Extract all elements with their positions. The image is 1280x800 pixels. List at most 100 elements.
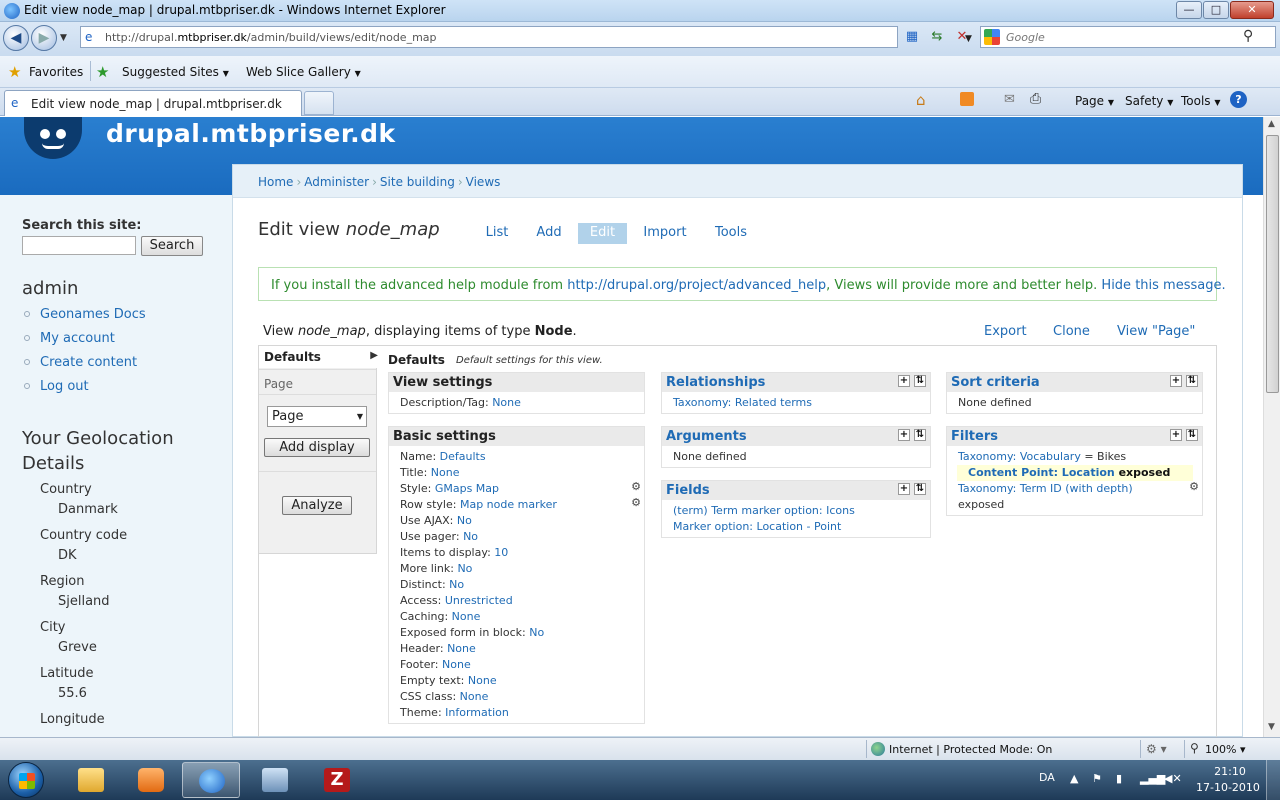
- filter-gear-icon[interactable]: ⚙: [1189, 480, 1199, 493]
- show-hidden-icons-icon[interactable]: ▲: [1070, 772, 1078, 785]
- language-indicator[interactable]: DA: [1039, 771, 1055, 784]
- setting-name-value[interactable]: Defaults: [440, 450, 486, 463]
- recent-pages-dropdown-icon[interactable]: ▼: [60, 33, 67, 43]
- volume-muted-icon[interactable]: ◀✕: [1164, 772, 1182, 785]
- mail-icon[interactable]: ✉: [1004, 92, 1015, 107]
- zoom-level[interactable]: 100% ▾: [1205, 743, 1245, 756]
- setting-caching-value[interactable]: None: [452, 610, 481, 623]
- site-search-input[interactable]: [22, 236, 136, 255]
- setting-style-value[interactable]: GMaps Map: [435, 482, 499, 495]
- rearrange-arguments-icon[interactable]: ⇅: [914, 429, 926, 441]
- view-page-link[interactable]: View "Page": [1117, 324, 1195, 339]
- start-button[interactable]: [8, 762, 44, 798]
- marker-location-field-link[interactable]: Marker option: Location - Point: [673, 520, 841, 533]
- breadcrumb-site-building[interactable]: Site building: [380, 175, 455, 189]
- settings-icon[interactable]: ⚙ ▾: [1146, 742, 1167, 756]
- rearrange-sort-icon[interactable]: ⇅: [1186, 375, 1198, 387]
- taskbar-filezilla[interactable]: Z: [308, 762, 366, 798]
- setting-footer-value[interactable]: None: [442, 658, 471, 671]
- add-relationship-icon[interactable]: +: [898, 375, 910, 387]
- setting-exposed-form-value[interactable]: No: [529, 626, 544, 639]
- add-sort-icon[interactable]: +: [1170, 375, 1182, 387]
- filter-vocabulary-link[interactable]: Taxonomy: Vocabulary: [958, 450, 1081, 463]
- fields-title[interactable]: Fields + ⇅: [662, 481, 930, 500]
- setting-theme-value[interactable]: Information: [445, 706, 509, 719]
- setting-more-link-value[interactable]: No: [457, 562, 472, 575]
- filter-term-id-link[interactable]: Taxonomy: Term ID (with depth): [958, 482, 1133, 495]
- row-style-gear-icon[interactable]: ⚙: [631, 496, 641, 509]
- add-display-button[interactable]: Add display: [264, 438, 370, 457]
- export-link[interactable]: Export: [984, 324, 1027, 339]
- setting-access-value[interactable]: Unrestricted: [445, 594, 513, 607]
- display-tab-defaults[interactable]: Defaults ▶: [259, 346, 378, 368]
- home-icon[interactable]: ⌂: [916, 91, 926, 109]
- address-bar[interactable]: e http://drupal.mtbpriser.dk/admin/build…: [80, 26, 972, 48]
- setting-use-ajax-value[interactable]: No: [457, 514, 472, 527]
- setting-title-value[interactable]: None: [431, 466, 460, 479]
- term-marker-field-link[interactable]: (term) Term marker option: Icons: [673, 504, 855, 517]
- search-box[interactable]: Google ⚲: [980, 26, 1276, 48]
- favorites-button[interactable]: Favorites: [29, 65, 83, 79]
- display-tab-page[interactable]: Page: [259, 369, 376, 395]
- breadcrumb-home[interactable]: Home: [258, 175, 293, 189]
- tab-import[interactable]: Import: [641, 223, 689, 244]
- security-zone-text[interactable]: Internet | Protected Mode: On: [889, 743, 1052, 756]
- breadcrumb-views[interactable]: Views: [466, 175, 501, 189]
- page-menu[interactable]: Page ▼: [1075, 94, 1114, 108]
- taskbar-internet-explorer[interactable]: [182, 762, 240, 798]
- description-tag-value[interactable]: None: [492, 396, 521, 409]
- clock-time[interactable]: 21:10: [1210, 765, 1250, 778]
- scroll-down-icon[interactable]: ▼: [1268, 722, 1275, 732]
- feeds-icon[interactable]: [960, 92, 974, 106]
- tab-list[interactable]: List: [481, 223, 513, 244]
- forward-button[interactable]: ▶: [31, 25, 57, 51]
- my-account-link[interactable]: My account: [40, 331, 115, 346]
- new-tab-button[interactable]: [304, 91, 334, 115]
- clone-link[interactable]: Clone: [1053, 324, 1090, 339]
- favorites-star-icon[interactable]: ★: [8, 63, 21, 81]
- safety-menu[interactable]: Safety ▼: [1125, 94, 1173, 108]
- close-button[interactable]: ✕: [1230, 1, 1274, 19]
- back-button[interactable]: ◀: [3, 25, 29, 51]
- breadcrumb-administer[interactable]: Administer: [304, 175, 369, 189]
- clock-date[interactable]: 17-10-2010: [1196, 781, 1260, 794]
- tab-add[interactable]: Add: [533, 223, 565, 244]
- taskbar-remote-desktop[interactable]: [246, 762, 304, 798]
- setting-header-value[interactable]: None: [447, 642, 476, 655]
- style-gear-icon[interactable]: ⚙: [631, 480, 641, 493]
- maximize-button[interactable]: □: [1203, 1, 1229, 19]
- relationships-title[interactable]: Relationships + ⇅: [662, 373, 930, 392]
- add-argument-icon[interactable]: +: [898, 429, 910, 441]
- taskbar-media-player[interactable]: [122, 762, 180, 798]
- scroll-up-icon[interactable]: ▲: [1268, 119, 1275, 129]
- drupal-logo-icon[interactable]: [24, 117, 82, 159]
- setting-empty-text-value[interactable]: None: [468, 674, 497, 687]
- filter-location-link[interactable]: Content Point: Location: [968, 466, 1115, 479]
- address-url[interactable]: http://drupal.mtbpriser.dk/admin/build/v…: [105, 31, 437, 44]
- zoom-icon[interactable]: ⚲: [1190, 741, 1199, 755]
- vertical-scrollbar[interactable]: ▲ ▼: [1263, 117, 1280, 737]
- rearrange-relationships-icon[interactable]: ⇅: [914, 375, 926, 387]
- help-icon[interactable]: ?: [1230, 91, 1247, 108]
- scrollbar-thumb[interactable]: [1266, 135, 1279, 393]
- browser-tab-active[interactable]: e Edit view node_map | drupal.mtbpriser.…: [4, 90, 302, 116]
- setting-css-class-value[interactable]: None: [460, 690, 489, 703]
- tools-menu[interactable]: Tools ▼: [1181, 94, 1221, 108]
- setting-items-to-display-value[interactable]: 10: [494, 546, 508, 559]
- display-type-select[interactable]: Page ▼: [267, 406, 367, 427]
- compatibility-view-icon[interactable]: ▦: [902, 27, 922, 47]
- setting-row-style-value[interactable]: Map node marker: [460, 498, 557, 511]
- site-name[interactable]: drupal.mtbpriser.dk: [106, 119, 396, 148]
- setting-distinct-value[interactable]: No: [449, 578, 464, 591]
- network-signal-icon[interactable]: ▂▄▆: [1140, 772, 1165, 785]
- taskbar-explorer[interactable]: [62, 762, 120, 798]
- add-filter-icon[interactable]: +: [1170, 429, 1182, 441]
- tab-edit[interactable]: Edit: [578, 223, 627, 244]
- suggested-sites-link[interactable]: Suggested Sites ▼: [122, 65, 229, 79]
- rearrange-fields-icon[interactable]: ⇅: [914, 483, 926, 495]
- create-content-link[interactable]: Create content: [40, 355, 137, 370]
- arguments-title[interactable]: Arguments + ⇅: [662, 427, 930, 446]
- action-center-flag-icon[interactable]: ⚑: [1092, 772, 1102, 785]
- search-icon[interactable]: ⚲: [1243, 28, 1253, 44]
- setting-use-pager-value[interactable]: No: [463, 530, 478, 543]
